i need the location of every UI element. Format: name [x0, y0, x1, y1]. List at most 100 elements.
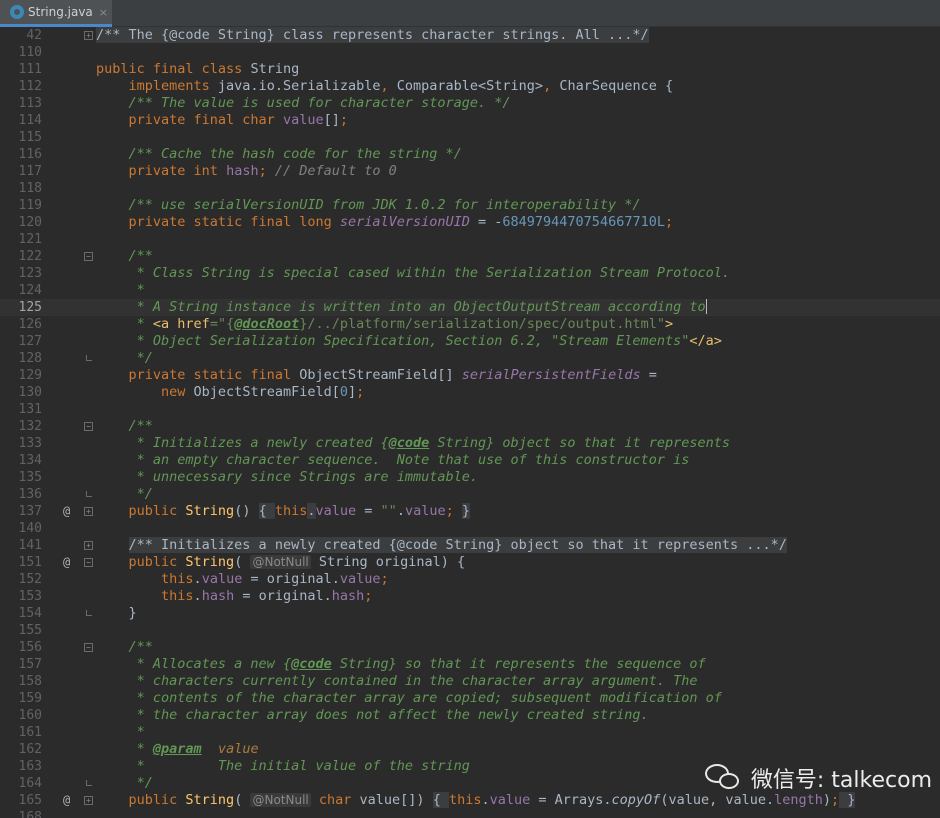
code-line[interactable]: 133 * Initializes a newly created {@code… — [0, 435, 940, 452]
code-line[interactable]: 121 — [0, 231, 940, 248]
line-number: 151 — [18, 555, 42, 570]
fold-collapse-icon[interactable]: − — [84, 643, 93, 652]
wechat-icon — [704, 764, 743, 792]
close-tab-icon[interactable]: × — [99, 6, 108, 19]
line-number: 128 — [18, 351, 42, 366]
code-editor[interactable]: 42 +/** The {@code String} class represen… — [0, 27, 940, 818]
code-line[interactable]: 152 this.value = original.value; — [0, 571, 940, 588]
code-text: /** — [128, 639, 153, 655]
code-line[interactable]: 119 /** use serialVersionUID from JDK 1.… — [0, 197, 940, 214]
code-line[interactable]: 128 */ — [0, 350, 940, 367]
code-line[interactable]: 151 @ − public String( @NotNull String ori… — [0, 554, 940, 571]
watermark: 微信号: talkecom — [704, 762, 932, 794]
code-line[interactable]: 161 * — [0, 724, 940, 741]
code-line[interactable]: 131 — [0, 401, 940, 418]
fold-expand-icon[interactable]: + — [84, 796, 93, 805]
line-number: 133 — [18, 436, 42, 451]
code-text: * contents of the character array are co… — [128, 690, 722, 706]
fold-end-icon — [86, 491, 92, 497]
code-line[interactable]: 124 * — [0, 282, 940, 299]
line-number: 124 — [18, 283, 42, 298]
code-text: */ — [128, 350, 153, 366]
fold-collapse-icon[interactable]: − — [84, 558, 93, 567]
line-number: 140 — [18, 521, 42, 536]
override-gutter-icon[interactable]: @ — [63, 503, 70, 520]
code-text: private int hash; // Default to 0 — [128, 163, 397, 179]
line-number: 159 — [18, 691, 42, 706]
line-number: 130 — [18, 385, 42, 400]
code-text: /** — [128, 418, 153, 434]
line-number: 162 — [18, 742, 42, 757]
line-number: 152 — [18, 572, 42, 587]
code-text: */ — [128, 775, 153, 791]
fold-collapse-icon[interactable]: − — [84, 422, 93, 431]
code-text: * Allocates a new {@code String} so that… — [128, 656, 706, 672]
code-line[interactable]: 141 + /** Initializes a newly created {@c… — [0, 537, 940, 554]
code-line[interactable]: 165 @ + public String( @NotNull char value… — [0, 792, 940, 809]
code-text: implements java.io.Serializable, Compara… — [128, 78, 674, 94]
line-number: 131 — [18, 402, 42, 417]
code-line[interactable]: 158 * characters currently contained in … — [0, 673, 940, 690]
code-text: * — [128, 282, 145, 298]
line-number: 161 — [18, 725, 42, 740]
fold-expand-icon[interactable]: + — [84, 31, 93, 40]
code-line[interactable]: 116 /** Cache the hash code for the stri… — [0, 146, 940, 163]
override-gutter-icon[interactable]: @ — [63, 554, 70, 571]
code-line[interactable]: 157 * Allocates a new {@code String} so … — [0, 656, 940, 673]
code-text: * Object Serialization Specification, Se… — [128, 333, 722, 349]
code-line[interactable]: 111 public final class String — [0, 61, 940, 78]
code-line[interactable]: 113 /** The value is used for character … — [0, 95, 940, 112]
line-number: 165 — [18, 793, 42, 808]
code-line[interactable]: 137 @ + public String() { this.value = "".… — [0, 503, 940, 520]
code-line[interactable]: 156 − /** — [0, 639, 940, 656]
override-gutter-icon[interactable]: @ — [63, 792, 70, 809]
code-line[interactable]: 154 } — [0, 605, 940, 622]
line-number: 157 — [18, 657, 42, 672]
line-number: 137 — [18, 504, 42, 519]
line-number: 116 — [18, 147, 42, 162]
code-line[interactable]: 125 * A String instance is written into … — [0, 299, 940, 316]
fold-expand-icon[interactable]: + — [84, 507, 93, 516]
code-line[interactable]: 155 — [0, 622, 940, 639]
code-line[interactable]: 114 private final char value[]; — [0, 112, 940, 129]
code-line[interactable]: 132 − /** — [0, 418, 940, 435]
code-line[interactable]: 160 * the character array does not affec… — [0, 707, 940, 724]
line-number: 154 — [18, 606, 42, 621]
code-line[interactable]: 112 implements java.io.Serializable, Com… — [0, 78, 940, 95]
line-number: 134 — [18, 453, 42, 468]
fold-collapse-icon[interactable]: − — [84, 252, 93, 261]
code-text: /** Cache the hash code for the string *… — [128, 146, 462, 162]
code-text: this.value = original.value; — [161, 571, 389, 587]
code-line[interactable]: 159 * contents of the character array ar… — [0, 690, 940, 707]
tab-string-java[interactable]: String.java × — [0, 0, 112, 27]
code-line[interactable]: 168 — [0, 809, 940, 818]
text-caret — [705, 299, 707, 314]
fold-expand-icon[interactable]: + — [84, 541, 93, 550]
code-line[interactable]: 130 new ObjectStreamField[0]; — [0, 384, 940, 401]
code-line[interactable]: 123 * Class String is special cased with… — [0, 265, 940, 282]
code-line[interactable]: 118 — [0, 180, 940, 197]
code-line[interactable]: 127 * Object Serialization Specification… — [0, 333, 940, 350]
line-number: 168 — [18, 810, 42, 818]
code-line[interactable]: 135 * unnecessary since Strings are immu… — [0, 469, 940, 486]
code-line[interactable]: 117 private int hash; // Default to 0 — [0, 163, 940, 180]
code-line[interactable]: 140 — [0, 520, 940, 537]
code-text: * Class String is special cased within t… — [128, 265, 730, 281]
code-line[interactable]: 115 — [0, 129, 940, 146]
code-line[interactable]: 134 * an empty character sequence. Note … — [0, 452, 940, 469]
line-number: 155 — [18, 623, 42, 638]
code-line[interactable]: 122 − /** — [0, 248, 940, 265]
code-line[interactable]: 153 this.hash = original.hash; — [0, 588, 940, 605]
line-number: 123 — [18, 266, 42, 281]
line-number: 122 — [18, 249, 42, 264]
code-line[interactable]: 162 * @param value — [0, 741, 940, 758]
code-text: * characters currently contained in the … — [128, 673, 698, 689]
code-line[interactable]: 120 private static final long serialVers… — [0, 214, 940, 231]
code-text: public String() { this.value = "".value;… — [128, 503, 470, 519]
line-number: 42 — [26, 28, 42, 43]
code-line[interactable]: 42 +/** The {@code String} class represen… — [0, 27, 940, 44]
code-line[interactable]: 129 private static final ObjectStreamFie… — [0, 367, 940, 384]
code-line[interactable]: 126 * <a href="{@docRoot}/../platform/se… — [0, 316, 940, 333]
code-line[interactable]: 110 — [0, 44, 940, 61]
code-line[interactable]: 136 */ — [0, 486, 940, 503]
